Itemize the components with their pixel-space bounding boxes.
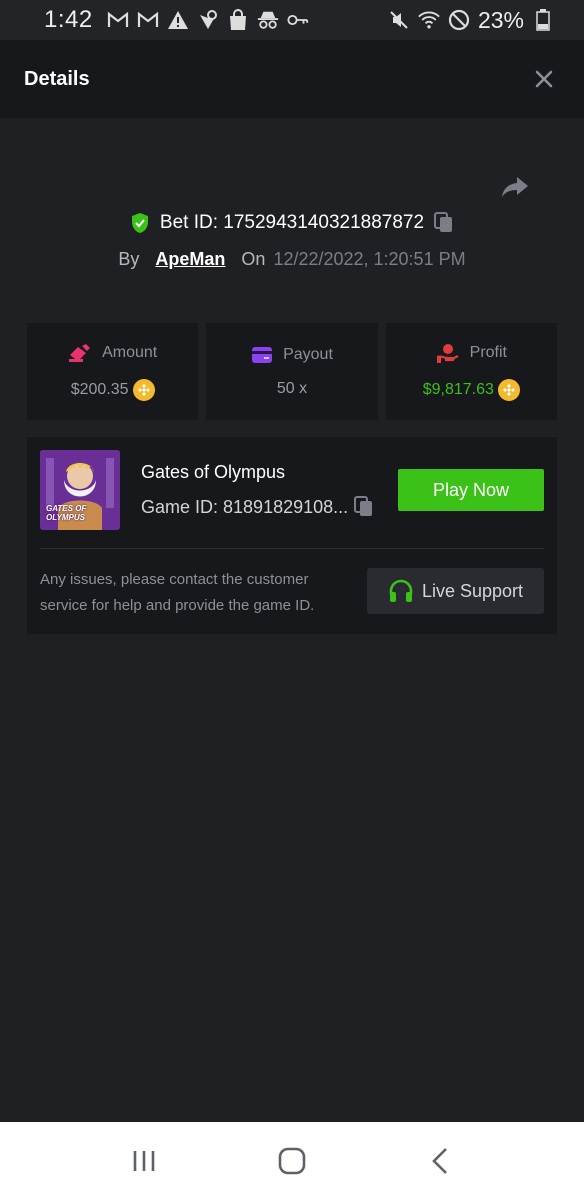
android-nav-bar — [0, 1122, 584, 1200]
gmail-icon — [137, 9, 159, 31]
stat-value: 50 x — [276, 379, 308, 397]
gmail-icon — [107, 9, 129, 31]
game-card: GATES OF OLYMPUS Gates of Olympus Game I… — [27, 437, 557, 634]
incognito-icon — [257, 9, 279, 31]
details-header: Details — [0, 40, 584, 118]
page-title: Details — [24, 67, 90, 90]
divider — [40, 548, 544, 549]
amount-icon — [69, 343, 91, 362]
copy-icon — [354, 496, 373, 516]
recent-apps-button[interactable] — [114, 1136, 174, 1186]
game-id-row: Game ID: 81891829108... — [141, 496, 374, 518]
share-button[interactable] — [498, 170, 532, 204]
stat-value: $200.35 — [70, 380, 129, 398]
share-icon — [502, 177, 528, 197]
live-support-label: Live Support — [421, 580, 524, 601]
bet-id-row: Bet ID: 1752943140321887872 — [0, 212, 584, 234]
verified-shield-icon — [131, 213, 148, 233]
status-bar: 1:42 23% — [0, 0, 584, 40]
game-thumbnail[interactable]: GATES OF OLYMPUS — [40, 450, 120, 530]
copy-game-id-button[interactable] — [354, 496, 374, 518]
play-now-button[interactable]: Play Now — [398, 469, 544, 511]
by-label: By — [118, 249, 140, 269]
profit-icon — [436, 343, 459, 363]
mute-icon — [388, 9, 410, 31]
battery-percent: 23% — [477, 6, 524, 33]
payout-icon — [252, 346, 273, 363]
wifi-icon — [418, 9, 440, 31]
system-icons: 23% — [388, 7, 554, 34]
back-button[interactable] — [410, 1136, 470, 1186]
recent-apps-icon — [133, 1151, 155, 1171]
live-support-button[interactable]: Live Support — [367, 568, 544, 614]
home-icon — [278, 1147, 306, 1175]
notification-icons — [107, 9, 309, 31]
stat-payout: Payout 50 x — [206, 323, 378, 420]
copy-bet-id-button[interactable] — [434, 212, 454, 234]
home-button[interactable] — [262, 1136, 322, 1186]
bag-icon — [227, 9, 249, 31]
copy-icon — [434, 212, 453, 232]
stat-label: Payout — [283, 345, 333, 363]
alert-icon — [167, 9, 189, 31]
stat-label: Profit — [469, 343, 507, 361]
dnd-icon — [448, 9, 470, 31]
vpn-icon — [197, 9, 219, 31]
bet-date: 12/22/2022, 1:20:51 PM — [273, 249, 466, 269]
bet-meta: By ApeMan On 12/22/2022, 1:20:51 PM — [0, 249, 584, 270]
username-link[interactable]: ApeMan — [155, 249, 225, 270]
headset-icon — [389, 579, 413, 602]
close-icon — [535, 70, 553, 88]
close-button[interactable] — [528, 63, 560, 95]
bet-stats: Amount $200.35 Payout 50 x Profit $9,817… — [27, 323, 557, 420]
stat-label: Amount — [102, 343, 158, 361]
on-label: On — [241, 249, 266, 269]
stat-value: $9,817.63 — [422, 380, 494, 398]
status-time: 1:42 — [44, 6, 93, 33]
back-icon — [432, 1148, 447, 1174]
support-message: Any issues, please contact the customer … — [40, 571, 315, 614]
bnb-coin-icon — [497, 378, 520, 401]
stat-profit: Profit $9,817.63 — [385, 323, 557, 420]
bnb-coin-icon — [132, 378, 155, 401]
game-thumbnail-title: GATES OF OLYMPUS — [46, 504, 87, 522]
stat-amount: Amount $200.35 — [27, 323, 199, 420]
game-id: Game ID: 81891829108... — [141, 496, 349, 517]
battery-icon — [532, 9, 554, 31]
key-icon — [287, 9, 309, 31]
bet-id: Bet ID: 1752943140321887872 — [159, 212, 425, 233]
game-name: Gates of Olympus — [141, 462, 286, 482]
